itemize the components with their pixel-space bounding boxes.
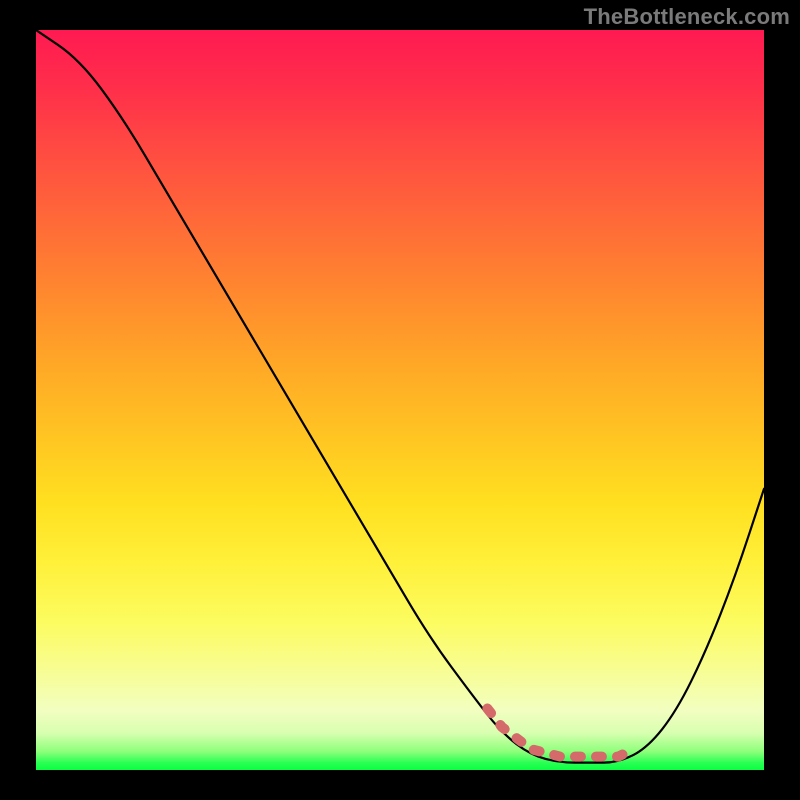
plot-area (36, 30, 764, 770)
bottleneck-curve (36, 30, 764, 763)
chart-container: TheBottleneck.com (0, 0, 800, 800)
optimal-range-marker (487, 709, 633, 757)
chart-svg (36, 30, 764, 770)
watermark-text: TheBottleneck.com (584, 4, 790, 30)
